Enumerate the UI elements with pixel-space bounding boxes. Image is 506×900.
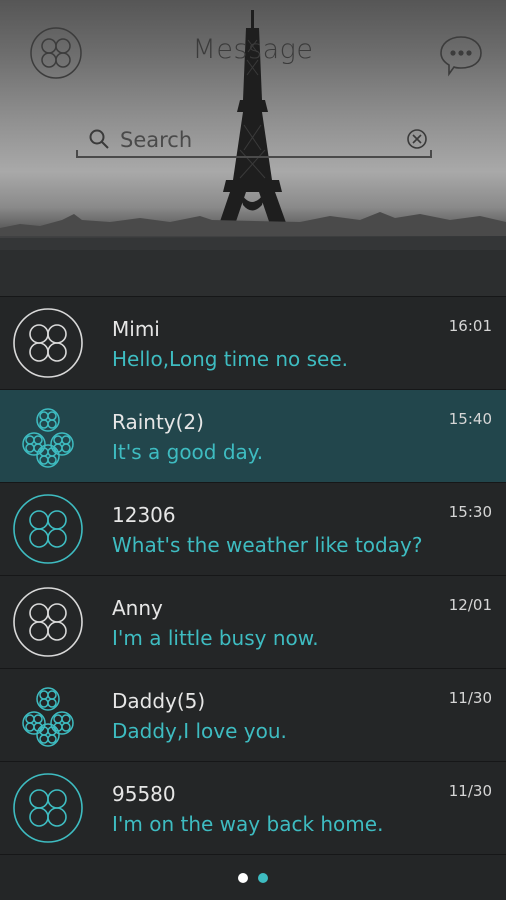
search-icon xyxy=(89,129,109,149)
conversation-list: Mimi Hello,Long time no see. 16:01 Raint… xyxy=(0,296,506,855)
contact-avatar-icon xyxy=(12,772,84,844)
message-preview: It's a good day. xyxy=(112,440,264,464)
contact-name: 12306 xyxy=(112,503,176,527)
message-time: 12/01 xyxy=(448,596,492,614)
conversation-row[interactable]: Anny I'm a little busy now. 12/01 xyxy=(0,575,506,668)
contact-avatar-icon xyxy=(12,586,84,658)
header-photo: Message xyxy=(0,0,506,296)
contact-name: Rainty(2) xyxy=(112,410,204,434)
conversation-row[interactable]: Daddy(5) Daddy,I love you. 11/30 xyxy=(0,668,506,761)
contact-name: Anny xyxy=(112,596,163,620)
contact-avatar-icon xyxy=(12,493,84,565)
page-dot[interactable] xyxy=(238,873,248,883)
message-preview: What's the weather like today? xyxy=(112,533,423,557)
search-input[interactable] xyxy=(118,124,392,156)
conversation-row[interactable]: Rainty(2) It's a good day. 15:40 xyxy=(0,389,506,482)
message-preview: Hello,Long time no see. xyxy=(112,347,349,371)
page-title: Message xyxy=(192,34,314,65)
contact-avatar-icon xyxy=(12,307,84,379)
list-divider xyxy=(0,854,506,855)
message-time: 11/30 xyxy=(448,782,492,800)
message-time: 11/30 xyxy=(448,689,492,707)
chat-bubble-more-icon[interactable] xyxy=(437,34,485,78)
messages-screen: Message Mimi Hello,Long time no see. 16:… xyxy=(0,0,506,900)
message-preview: I'm a little busy now. xyxy=(112,626,319,650)
message-preview: I'm on the way back home. xyxy=(112,812,384,836)
message-time: 16:01 xyxy=(448,317,492,335)
contact-name: Mimi xyxy=(112,317,160,341)
message-preview: Daddy,I love you. xyxy=(112,719,287,743)
conversation-row[interactable]: 12306 What's the weather like today? 15:… xyxy=(0,482,506,575)
contact-name: Daddy(5) xyxy=(112,689,206,713)
message-time: 15:30 xyxy=(448,503,492,521)
search-bar xyxy=(76,122,432,158)
page-dot[interactable] xyxy=(258,873,268,883)
conversation-row[interactable]: 95580 I'm on the way back home. 11/30 xyxy=(0,761,506,854)
message-time: 15:40 xyxy=(448,410,492,428)
group-avatar-icon xyxy=(12,679,84,751)
page-indicator xyxy=(0,868,506,887)
contact-name: 95580 xyxy=(112,782,176,806)
conversation-row[interactable]: Mimi Hello,Long time no see. 16:01 xyxy=(0,296,506,389)
group-avatar-icon xyxy=(12,400,84,472)
clear-icon[interactable] xyxy=(406,128,428,150)
